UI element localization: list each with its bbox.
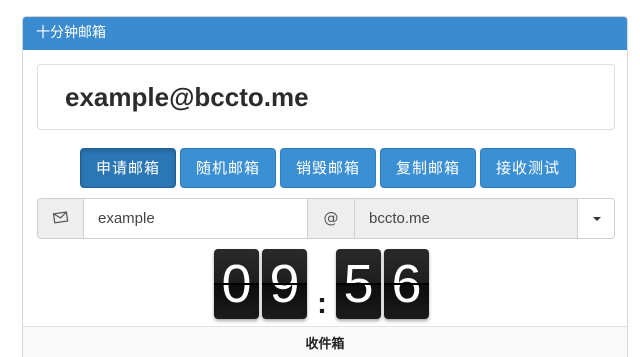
domain-select[interactable]: bccto.me (355, 199, 577, 238)
mail-panel: 十分钟邮箱 example@bccto.me 申请邮箱 随机邮箱 销毁邮箱 复制… (22, 16, 628, 357)
panel-header: 十分钟邮箱 (23, 17, 627, 50)
inbox-label: 收件箱 (305, 337, 345, 352)
domain-dropdown-button[interactable] (577, 199, 614, 238)
destroy-mailbox-button[interactable]: 销毁邮箱 (280, 148, 376, 188)
timer-digit: 0 (214, 249, 259, 319)
email-input-group: example @ bccto.me (37, 198, 615, 239)
copy-mailbox-button[interactable]: 复制邮箱 (380, 148, 476, 188)
inbox-section: 收件箱 (23, 326, 627, 357)
apply-mailbox-button[interactable]: 申请邮箱 (80, 148, 176, 188)
caret-down-icon (593, 217, 601, 221)
receive-test-button[interactable]: 接收测试 (480, 148, 576, 188)
timer-digit: 5 (336, 249, 381, 319)
email-address[interactable]: example@bccto.me (65, 82, 309, 113)
username-input[interactable]: example (84, 199, 307, 238)
timer-digit: 6 (384, 249, 429, 319)
timer-digit: 9 (262, 249, 307, 319)
timer-colon: : (317, 287, 327, 320)
at-addon: @ (307, 199, 355, 238)
random-mailbox-button[interactable]: 随机邮箱 (180, 148, 276, 188)
email-display: example@bccto.me (37, 64, 615, 130)
envelope-icon (38, 199, 84, 238)
